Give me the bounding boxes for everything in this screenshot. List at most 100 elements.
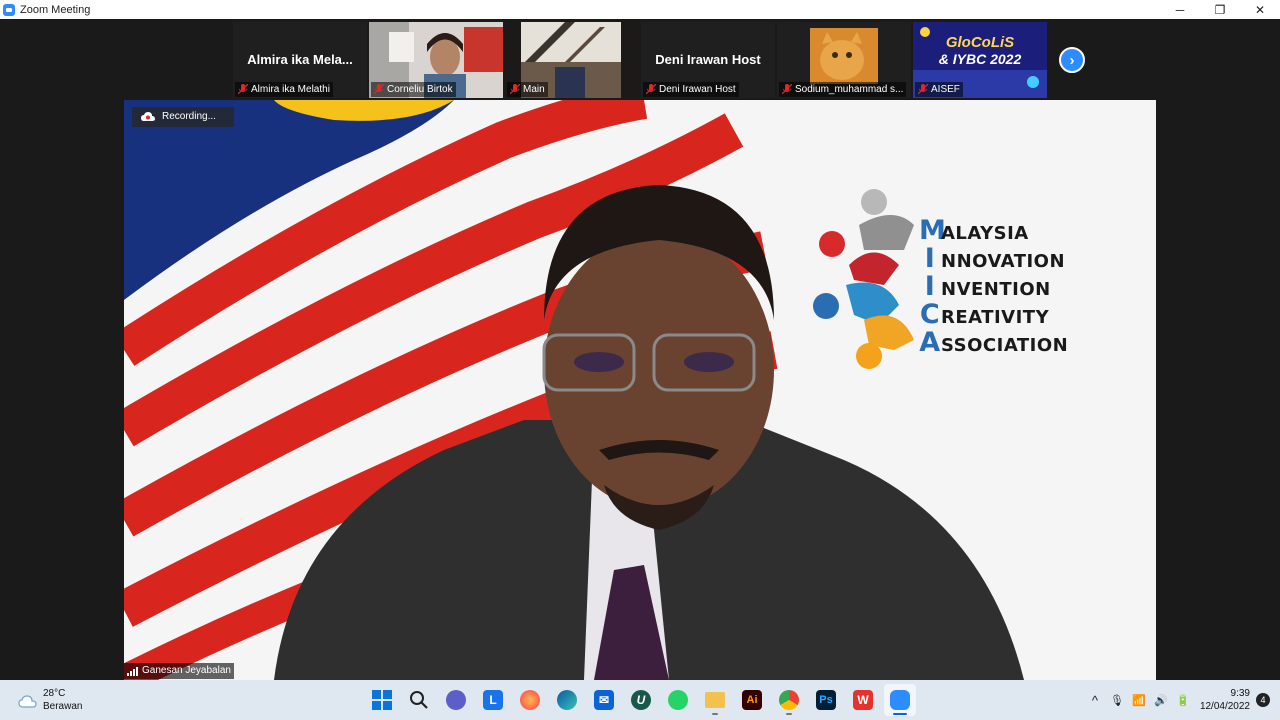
chrome-icon xyxy=(779,690,799,710)
windows-logo-icon xyxy=(372,690,392,710)
participant-label: Sodium_muhammad s... xyxy=(779,82,907,97)
volume-button[interactable]: 🔊 xyxy=(1150,689,1172,711)
signal-strength-icon xyxy=(127,667,138,676)
zoom-logo-icon xyxy=(3,3,15,16)
microphone-icon: 🎙 xyxy=(1109,694,1124,707)
app-u-button[interactable]: U xyxy=(625,684,657,716)
participant-tile[interactable]: Sodium_muhammad s... xyxy=(777,22,911,98)
zoom-icon xyxy=(890,690,910,710)
zoom-button[interactable] xyxy=(884,684,916,716)
participant-display-name: Deni Irawan Host xyxy=(655,52,761,67)
system-tray: ^ 🎙 📶 🔊 🔋 9:39 12/04/2022 4 xyxy=(1084,680,1270,720)
folder-icon xyxy=(705,692,725,708)
whatsapp-button[interactable] xyxy=(662,684,694,716)
event-banner-line2: & IYBC 2022 xyxy=(938,51,1022,67)
illustrator-icon: Ai xyxy=(742,690,762,710)
teams-chat-button[interactable] xyxy=(440,684,472,716)
wps-button[interactable]: W xyxy=(847,684,879,716)
wifi-button[interactable]: 📶 xyxy=(1128,689,1150,711)
edge-button[interactable] xyxy=(551,684,583,716)
clock-date: 12/04/2022 xyxy=(1199,701,1250,712)
window-controls: ─ ❐ ✕ xyxy=(1160,0,1280,19)
search-icon xyxy=(410,691,428,709)
minimize-button[interactable]: ─ xyxy=(1160,0,1200,19)
microphone-button[interactable]: 🎙 xyxy=(1106,689,1128,711)
speaker-name-label: Ganesan Jeyabalan xyxy=(124,663,234,679)
participant-tile[interactable]: Corneliu Birtok xyxy=(369,22,503,98)
chevron-up-icon: ^ xyxy=(1091,692,1098,708)
participant-label: Main xyxy=(507,82,548,97)
participant-tile[interactable]: Almira ika Mela... Almira ika Melathi xyxy=(233,22,367,98)
participant-label: Corneliu Birtok xyxy=(371,82,456,97)
weather-widget[interactable]: 28°C Berawan xyxy=(18,687,82,713)
photoshop-icon: Ps xyxy=(816,690,836,710)
weather-temperature: 28°C xyxy=(43,688,66,699)
running-indicator xyxy=(786,713,792,715)
l-app-icon: L xyxy=(483,690,503,710)
taskbar-apps: L ✉ U Ai Ps W xyxy=(366,684,921,716)
firefox-button[interactable] xyxy=(514,684,546,716)
show-hidden-icons-button[interactable]: ^ xyxy=(1084,689,1106,711)
participant-name: Deni Irawan Host xyxy=(659,84,736,95)
file-explorer-button[interactable] xyxy=(699,684,731,716)
firefox-icon xyxy=(520,690,540,710)
close-button[interactable]: ✕ xyxy=(1240,0,1280,19)
battery-button[interactable]: 🔋 xyxy=(1172,689,1194,711)
mail-button[interactable]: ✉ xyxy=(588,684,620,716)
battery-icon: 🔋 xyxy=(1176,694,1190,707)
participant-strip: Almira ika Mela... Almira ika Melathi Co… xyxy=(0,19,1280,100)
participant-label: Deni Irawan Host xyxy=(643,82,739,97)
participant-tile[interactable]: Main xyxy=(505,22,639,98)
participant-label: Almira ika Melathi xyxy=(235,82,333,97)
mic-muted-icon xyxy=(782,84,792,95)
photoshop-button[interactable]: Ps xyxy=(810,684,842,716)
participant-tile[interactable]: Deni Irawan Host Deni Irawan Host xyxy=(641,22,775,98)
wifi-icon: 📶 xyxy=(1132,694,1146,707)
cloud-recording-icon xyxy=(141,112,155,121)
wps-icon: W xyxy=(853,690,873,710)
participant-tile[interactable]: GloCoLiS & IYBC 2022 AISEF xyxy=(913,22,1047,98)
mica-row: I NVENTION xyxy=(924,271,1051,302)
notification-badge[interactable]: 4 xyxy=(1256,693,1270,707)
window-title: Zoom Meeting xyxy=(20,3,91,16)
speaker-name: Ganesan Jeyabalan xyxy=(142,665,231,676)
mail-icon: ✉ xyxy=(594,690,614,710)
search-button[interactable] xyxy=(403,684,435,716)
mic-muted-icon xyxy=(918,84,928,95)
mica-row: M ALAYSIA xyxy=(919,215,1029,246)
windows-taskbar: 28°C Berawan L ✉ U Ai Ps W ^ 🎙 📶 🔊 🔋 9:3… xyxy=(0,680,1280,720)
start-button[interactable] xyxy=(366,684,398,716)
u-app-icon: U xyxy=(631,690,651,710)
volume-icon: 🔊 xyxy=(1154,694,1168,707)
participant-name: Almira ika Melathi xyxy=(251,84,330,95)
chat-icon xyxy=(446,690,466,710)
recording-indicator[interactable]: Recording... xyxy=(132,107,234,127)
clock-time: 9:39 xyxy=(1230,688,1250,699)
participant-name: Main xyxy=(523,84,545,95)
chrome-button[interactable] xyxy=(773,684,805,716)
edge-icon xyxy=(557,690,577,710)
running-indicator xyxy=(712,713,718,715)
next-page-button[interactable]: › xyxy=(1059,47,1085,73)
maximize-button[interactable]: ❐ xyxy=(1200,0,1240,19)
active-speaker-video: M ALAYSIA I NNOVATION I NVENTION C REATIVITY… xyxy=(124,100,1156,680)
mic-muted-icon xyxy=(374,84,384,95)
mica-row: I NNOVATION xyxy=(924,243,1066,274)
mic-muted-icon xyxy=(510,84,520,95)
participant-name: Corneliu Birtok xyxy=(387,84,453,95)
mic-muted-icon xyxy=(238,84,248,95)
whatsapp-icon xyxy=(668,690,688,710)
participant-display-name: Almira ika Mela... xyxy=(247,52,353,67)
illustrator-button[interactable]: Ai xyxy=(736,684,768,716)
app-l-button[interactable]: L xyxy=(477,684,509,716)
mica-row: A SSOCIATION xyxy=(919,327,1069,358)
event-banner-line1: GloCoLiS xyxy=(945,34,1015,51)
speaker-video-scene xyxy=(124,100,1156,680)
recording-label: Recording... xyxy=(162,111,216,122)
participant-name: Sodium_muhammad s... xyxy=(795,84,904,95)
participant-label: AISEF xyxy=(915,82,963,97)
clock[interactable]: 9:39 12/04/2022 xyxy=(1200,687,1250,713)
running-indicator xyxy=(893,713,907,715)
mica-logo-text: M ALAYSIA I NNOVATION I NVENTION C REATIVITY… xyxy=(919,215,1069,358)
mica-row: C REATIVITY xyxy=(919,299,1050,330)
